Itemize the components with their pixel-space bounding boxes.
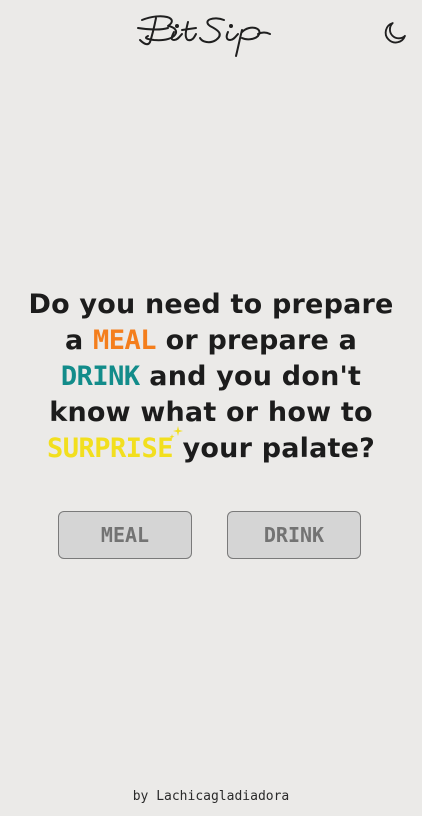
drink-button[interactable]: DRINK — [227, 511, 361, 559]
hero-line-5: SURPRISE your palate? — [0, 426, 422, 467]
drink-keyword: DRINK — [60, 361, 140, 392]
hero-text: and you don't — [139, 361, 362, 392]
sparkle-icon — [169, 426, 184, 439]
hero-line-2: a MEAL or prepare a — [0, 323, 422, 359]
meal-button[interactable]: MEAL — [58, 511, 192, 559]
theme-toggle-button[interactable] — [381, 19, 409, 47]
surprise-keyword: SURPRISE — [46, 426, 184, 464]
hero-line-4: know what or how to — [49, 397, 373, 428]
header — [0, 0, 422, 66]
moon-icon — [384, 22, 406, 44]
logo-wordmark — [137, 15, 271, 57]
hero-text: a — [64, 325, 93, 356]
surprise-text: SURPRISE — [46, 433, 174, 464]
hero-line-3: DRINK and you don't — [0, 359, 422, 395]
bitsip-logo[interactable] — [132, 8, 272, 60]
hero-text: your palate? — [173, 433, 376, 464]
hero-line-1: Do you need to prepare — [28, 289, 394, 320]
hero-question: Do you need to prepare a MEAL or prepare… — [0, 287, 422, 467]
meal-keyword: MEAL — [92, 325, 157, 356]
choice-buttons: MEAL DRINK — [0, 511, 422, 561]
hero-text: or prepare a — [156, 325, 358, 356]
footer-credit[interactable]: by Lachicagladiadora — [0, 789, 422, 804]
